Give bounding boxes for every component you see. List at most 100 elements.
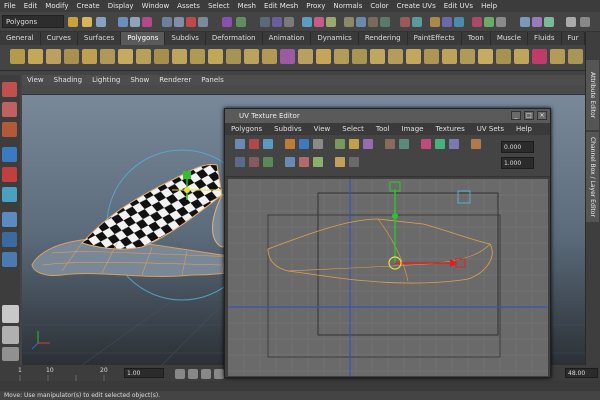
construction-history-icon[interactable] (430, 17, 440, 27)
uv-pixel-snap-icon[interactable] (285, 157, 295, 167)
shelf-tab-deformation[interactable]: Deformation (206, 32, 263, 45)
poly-torus-icon[interactable] (100, 49, 115, 64)
texture-borders-icon[interactable] (449, 139, 459, 149)
paint-icon[interactable] (326, 17, 336, 27)
shelf-tab-toon[interactable]: Toon (462, 32, 491, 45)
snap-point-icon[interactable] (186, 17, 196, 27)
poly-pyramid-icon[interactable] (136, 49, 151, 64)
snap-grid-icon[interactable] (162, 17, 172, 27)
fill-hole-icon[interactable] (370, 49, 385, 64)
select-tool-icon[interactable] (2, 82, 17, 97)
poly-platonic-icon[interactable] (208, 49, 223, 64)
menu-mesh[interactable]: Mesh (234, 0, 260, 12)
menu-proxy[interactable]: Proxy (302, 0, 329, 12)
wedge-icon[interactable] (478, 49, 493, 64)
shade-uv-icon[interactable] (435, 139, 445, 149)
poly-plane-icon[interactable] (82, 49, 97, 64)
poly-helix-icon[interactable] (172, 49, 187, 64)
uv-shell-outline[interactable] (267, 218, 493, 284)
uv-grid-display-icon[interactable] (263, 157, 273, 167)
shelf-tab-painteffects[interactable]: PaintEffects (408, 32, 462, 45)
uv-lattice-icon[interactable] (235, 139, 245, 149)
uv-frame-icon[interactable] (235, 157, 245, 167)
attribute-editor-toggle-icon[interactable] (532, 17, 542, 27)
save-scene-icon[interactable] (96, 17, 106, 27)
uv-menu-tool[interactable]: Tool (370, 123, 396, 135)
move-center-handle[interactable] (184, 187, 190, 193)
sel-edge-icon[interactable] (368, 17, 378, 27)
offset-edge-loop-icon[interactable] (424, 49, 439, 64)
insert-edge-loop-icon[interactable] (406, 49, 421, 64)
render-settings-icon[interactable] (284, 17, 294, 27)
select-object-icon[interactable] (130, 17, 140, 27)
menu-select[interactable]: Select (204, 0, 234, 12)
snap-curve-icon[interactable] (174, 17, 184, 27)
viewport-menu-lighting[interactable]: Lighting (87, 75, 125, 85)
extract-icon[interactable] (262, 49, 277, 64)
poly-prism-icon[interactable] (118, 49, 133, 64)
cut-uv-icon[interactable] (335, 139, 345, 149)
menu-color[interactable]: Color (366, 0, 392, 12)
uv-smudge-icon[interactable] (249, 139, 259, 149)
poly-pipe-icon[interactable] (154, 49, 169, 64)
play-back-icon[interactable] (201, 369, 211, 379)
open-scene-icon[interactable] (82, 17, 92, 27)
poly-soccer-icon[interactable] (190, 49, 205, 64)
ipr-render-icon[interactable] (472, 17, 482, 27)
shelf-tab-general[interactable]: General (0, 32, 41, 45)
menu-modify[interactable]: Modify (41, 0, 72, 12)
append-icon[interactable] (352, 49, 367, 64)
shelf-tab-subdivs[interactable]: Subdivs (165, 32, 206, 45)
layout-uv-icon[interactable] (385, 139, 395, 149)
poly-sphere-icon[interactable] (10, 49, 25, 64)
combine-icon[interactable] (226, 49, 241, 64)
uv-value-field[interactable]: 0.000 (501, 141, 534, 153)
separate-icon[interactable] (244, 49, 259, 64)
four-pane-layout-icon[interactable] (2, 326, 19, 344)
select-hierarchy-icon[interactable] (118, 17, 128, 27)
poly-cone-icon[interactable] (64, 49, 79, 64)
uv-texture-editor-window[interactable]: UV Texture Editor _ □ × Polygons Subdivs… (224, 108, 551, 378)
menu-window[interactable]: Window (138, 0, 174, 12)
outliner-layout-icon[interactable] (2, 347, 19, 361)
sel-vertex-icon[interactable] (356, 17, 366, 27)
soft-mod-tool-icon[interactable] (2, 232, 17, 247)
menu-create-uvs[interactable]: Create UVs (393, 0, 440, 12)
bevel-icon[interactable] (460, 49, 475, 64)
uv-rgb-icon[interactable] (335, 157, 345, 167)
shelf-tab-polygons[interactable]: Polygons (121, 32, 166, 45)
layout-icon[interactable] (566, 17, 576, 27)
play-forward-icon[interactable] (214, 369, 224, 379)
reduce-icon[interactable] (550, 49, 565, 64)
history-icon[interactable] (222, 17, 232, 27)
single-pane-layout-icon[interactable] (2, 305, 19, 323)
cleanup-icon[interactable] (568, 49, 583, 64)
shelf-tab-rendering[interactable]: Rendering (359, 32, 408, 45)
uv-menu-image[interactable]: Image (396, 123, 430, 135)
rotate-ccw-icon[interactable] (313, 139, 323, 149)
display-image-icon[interactable] (421, 139, 431, 149)
poke-icon[interactable] (496, 49, 511, 64)
uv-menu-select[interactable]: Select (336, 123, 370, 135)
select-component-icon[interactable] (142, 17, 152, 27)
uv-snapshot-icon[interactable] (471, 139, 481, 149)
uv-canvas[interactable] (228, 179, 548, 376)
uv-menu-view[interactable]: View (308, 123, 337, 135)
ipr-icon[interactable] (272, 17, 282, 27)
sculpt-icon[interactable] (314, 17, 324, 27)
uv-value-field-two[interactable]: 1.000 (501, 157, 534, 169)
uv-menu-uv-sets[interactable]: UV Sets (471, 123, 510, 135)
render-current-icon[interactable] (454, 17, 464, 27)
sel-face-icon[interactable] (380, 17, 390, 27)
chamfer-icon[interactable] (514, 49, 529, 64)
shelf-tab-dynamics[interactable]: Dynamics (311, 32, 359, 45)
uv-dim-image-icon[interactable] (299, 157, 309, 167)
inputs-icon[interactable] (236, 17, 246, 27)
poly-cube-icon[interactable] (28, 49, 43, 64)
poly-cylinder-icon[interactable] (46, 49, 61, 64)
menu-edit[interactable]: Edit (20, 0, 42, 12)
render-view-icon[interactable] (442, 17, 452, 27)
bridge-icon[interactable] (334, 49, 349, 64)
uv-move-icon[interactable] (263, 139, 273, 149)
tab-channel-box-layer-editor[interactable]: Channel Box / Layer Editor (586, 132, 599, 222)
